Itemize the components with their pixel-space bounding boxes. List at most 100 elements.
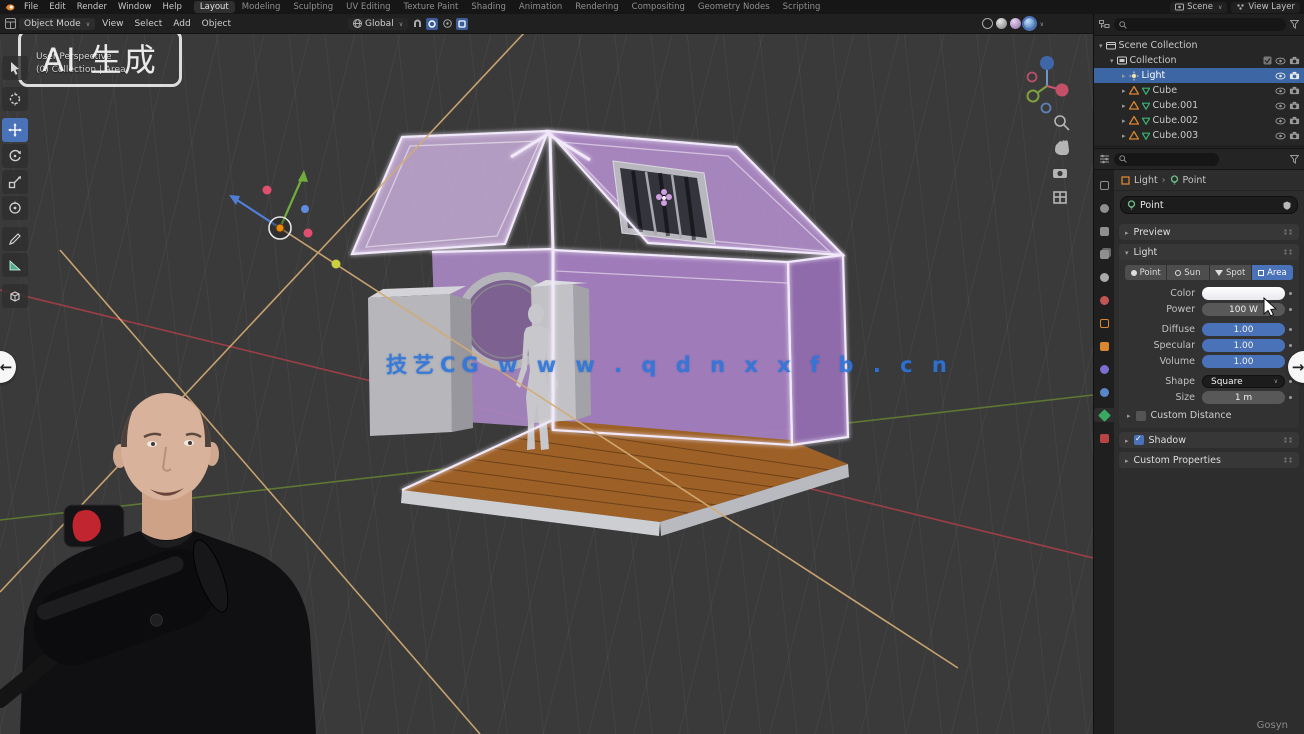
shading-material-icon[interactable] xyxy=(1010,18,1021,29)
transform-orientation-dropdown[interactable]: Global xyxy=(348,18,408,30)
expand-icon[interactable] xyxy=(1122,100,1126,111)
outliner-item-collection[interactable]: Collection xyxy=(1094,53,1304,68)
exclude-checkbox-icon[interactable] xyxy=(1263,56,1272,65)
tool-transform[interactable] xyxy=(2,196,28,220)
tab-object-data[interactable] xyxy=(1094,408,1114,422)
view-layer-selector[interactable]: View Layer xyxy=(1231,2,1300,13)
tab-layout[interactable]: Layout xyxy=(194,1,235,13)
menu-help[interactable]: Help xyxy=(157,2,186,12)
skylight-window[interactable] xyxy=(613,161,715,244)
panel-shadow-header[interactable]: Shadow xyxy=(1119,432,1299,448)
house-model[interactable] xyxy=(352,131,849,536)
panel-preview-header[interactable]: Preview xyxy=(1119,224,1299,240)
tab-object[interactable] xyxy=(1096,316,1112,330)
tab-world[interactable] xyxy=(1096,293,1112,307)
tool-select-box[interactable] xyxy=(2,56,28,80)
light-origin[interactable] xyxy=(276,224,284,232)
light-handle-ball[interactable] xyxy=(332,260,341,269)
snap-magnet-icon[interactable] xyxy=(411,18,423,30)
tab-render[interactable] xyxy=(1096,201,1112,215)
tool-measure[interactable] xyxy=(2,253,28,277)
tab-geometry-nodes[interactable]: Geometry Nodes xyxy=(692,1,776,13)
tool-move[interactable] xyxy=(2,118,28,142)
gizmo-axis-dot-blue[interactable] xyxy=(301,205,309,213)
light-type-spot[interactable]: Spot xyxy=(1210,265,1251,280)
menu-render[interactable]: Render xyxy=(72,2,112,12)
light-type-sun[interactable]: Sun xyxy=(1167,265,1208,280)
zoom-tool-icon[interactable] xyxy=(1055,116,1069,130)
eye-icon[interactable] xyxy=(1275,72,1286,80)
outliner-item-cube-001[interactable]: Cube.001 xyxy=(1094,98,1304,113)
tool-scale[interactable] xyxy=(2,170,28,194)
expand-icon[interactable] xyxy=(1122,130,1126,141)
animate-dot[interactable] xyxy=(1285,396,1295,399)
menu-edit[interactable]: Edit xyxy=(44,2,70,12)
camera-render-icon[interactable] xyxy=(1289,101,1300,110)
light-type-area[interactable]: Area xyxy=(1252,265,1293,280)
diffuse-slider[interactable]: 1.00 xyxy=(1202,323,1285,336)
tab-physics[interactable] xyxy=(1096,362,1112,376)
breadcrumb-object[interactable]: Light xyxy=(1134,175,1158,186)
light-type-point[interactable]: Point xyxy=(1125,265,1166,280)
snap-toggle-icon[interactable] xyxy=(426,18,438,30)
camera-render-icon[interactable] xyxy=(1289,86,1300,95)
shadow-checkbox[interactable] xyxy=(1134,435,1144,445)
tool-cursor[interactable] xyxy=(2,87,28,111)
animate-dot[interactable] xyxy=(1285,344,1295,347)
gizmo-axis-dot-red[interactable] xyxy=(263,186,272,195)
move-gizmo[interactable] xyxy=(229,170,313,239)
tab-scene[interactable] xyxy=(1096,270,1112,284)
animate-dot[interactable] xyxy=(1285,308,1295,311)
outliner-item-cube[interactable]: Cube xyxy=(1094,83,1304,98)
outliner-item-cube-003[interactable]: Cube.003 xyxy=(1094,128,1304,143)
filter-icon[interactable] xyxy=(1290,20,1299,29)
shading-solid-icon[interactable] xyxy=(996,18,1007,29)
tab-view-layer[interactable] xyxy=(1096,247,1112,261)
pan-hand-icon[interactable] xyxy=(1055,140,1069,155)
camera-view-icon[interactable] xyxy=(1053,169,1067,178)
axis-z-ball[interactable] xyxy=(1040,56,1054,70)
tool-annotate[interactable] xyxy=(2,227,28,251)
tab-texture[interactable] xyxy=(1096,431,1112,445)
tool-add-cube[interactable] xyxy=(2,284,28,308)
tab-modifiers[interactable] xyxy=(1096,339,1112,353)
navigation-gizmo[interactable] xyxy=(1028,56,1069,113)
menu-file[interactable]: File xyxy=(19,2,43,12)
mode-dropdown[interactable]: Object Mode xyxy=(19,18,95,30)
axis-x-ball[interactable] xyxy=(1056,84,1069,97)
axis-neg-ball[interactable] xyxy=(1028,73,1037,82)
eye-icon[interactable] xyxy=(1275,117,1286,125)
outliner-item-scene-collection[interactable]: Scene Collection xyxy=(1094,38,1304,53)
perspective-toggle-icon[interactable] xyxy=(1054,192,1066,203)
panel-drag-handle[interactable] xyxy=(1283,229,1293,235)
tab-output[interactable] xyxy=(1096,224,1112,238)
animate-dot[interactable] xyxy=(1285,292,1295,295)
panel-drag-handle[interactable] xyxy=(1283,457,1293,463)
tab-animation[interactable]: Animation xyxy=(513,1,568,13)
shape-dropdown[interactable]: Square xyxy=(1202,375,1285,388)
custom-distance-subpanel[interactable]: Custom Distance xyxy=(1123,407,1295,422)
properties-search-input[interactable] xyxy=(1114,153,1219,166)
properties-editor-icon[interactable] xyxy=(1099,154,1110,164)
expand-icon[interactable] xyxy=(1122,70,1126,81)
panel-drag-handle[interactable] xyxy=(1283,437,1293,443)
tab-constraints[interactable] xyxy=(1096,385,1112,399)
outliner-editor-icon[interactable] xyxy=(1099,20,1110,30)
menu-view[interactable]: View xyxy=(98,19,127,29)
tab-tool[interactable] xyxy=(1096,178,1112,192)
expand-icon[interactable] xyxy=(1122,115,1126,126)
tool-rotate[interactable] xyxy=(2,144,28,168)
shading-wireframe-icon[interactable] xyxy=(982,18,993,29)
outliner-item-cube-002[interactable]: Cube.002 xyxy=(1094,113,1304,128)
eye-icon[interactable] xyxy=(1275,87,1286,95)
camera-render-icon[interactable] xyxy=(1289,71,1300,80)
camera-render-icon[interactable] xyxy=(1289,116,1300,125)
viewport-3d[interactable]: User Perspective (0) Collection | Area A… xyxy=(0,0,1093,734)
tab-sculpting[interactable]: Sculpting xyxy=(287,1,339,13)
animate-dot[interactable] xyxy=(1285,380,1295,383)
panel-custom-properties-header[interactable]: Custom Properties xyxy=(1119,452,1299,468)
size-field[interactable]: 1 m xyxy=(1202,391,1285,404)
gizmo-axis-dot-red[interactable] xyxy=(304,229,313,238)
eye-icon[interactable] xyxy=(1275,57,1286,65)
tab-compositing[interactable]: Compositing xyxy=(626,1,691,13)
